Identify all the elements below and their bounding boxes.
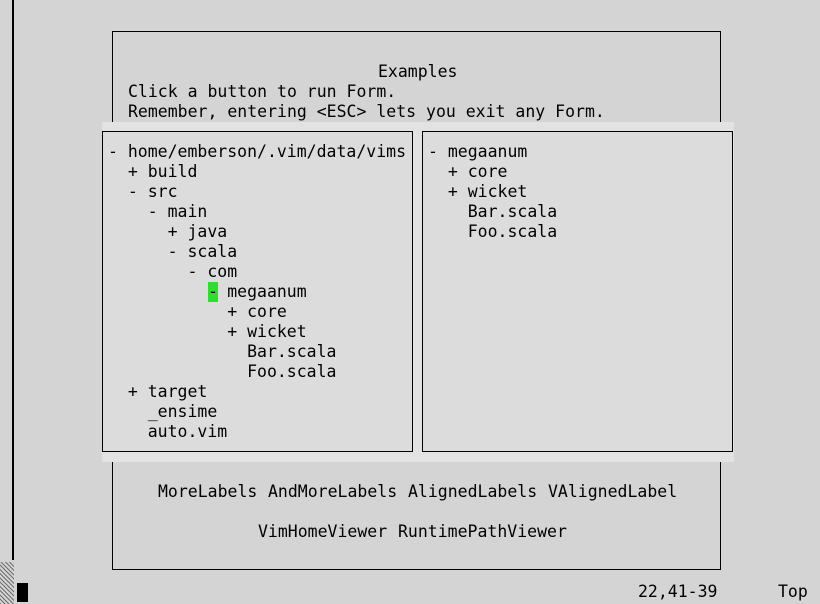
tree-node-foo-scala[interactable]: Foo.scala — [108, 362, 336, 382]
subtree-node-wicket[interactable]: + wicket — [428, 182, 527, 202]
tree-cursor[interactable]: - — [208, 282, 218, 302]
tree-node-wicket[interactable]: + wicket — [108, 322, 306, 342]
tree-node-ensime[interactable]: _ensime — [108, 402, 218, 422]
aligned-labels-button[interactable]: AlignedLabels — [408, 482, 537, 502]
left-gutter — [0, 562, 14, 604]
tree-node-com[interactable]: - com — [108, 262, 237, 282]
tree-node-root[interactable]: - home/emberson/.vim/data/vims — [108, 142, 406, 162]
tree-node-java[interactable]: + java — [108, 222, 228, 242]
tree-node-main[interactable]: - main — [108, 202, 208, 222]
subtree-node-megaanum[interactable]: - megaanum — [428, 142, 527, 162]
tree-node-target[interactable]: + target — [108, 382, 207, 402]
runtime-path-viewer-button[interactable]: RuntimePathViewer — [398, 522, 567, 542]
more-labels-button[interactable]: MoreLabels — [158, 482, 257, 502]
tree-node-scala[interactable]: - scala — [108, 242, 238, 262]
form-instruction-1: Click a button to run Form. — [128, 82, 397, 101]
tree-node-auto-vim[interactable]: auto.vim — [108, 422, 227, 442]
valigned-label-button[interactable]: VAlignedLabel — [548, 482, 677, 502]
left-window-separator — [12, 0, 14, 560]
cursor-position: 22,41-39 — [638, 582, 718, 601]
tree-node-core[interactable]: + core — [108, 302, 287, 322]
form-title: Examples — [378, 62, 458, 81]
subtree-node-core[interactable]: + core — [428, 162, 508, 182]
subtree-node-foo-scala[interactable]: Foo.scala — [428, 222, 557, 242]
tree-node-build[interactable]: + build — [108, 162, 198, 182]
subtree-node-bar-scala[interactable]: Bar.scala — [428, 202, 557, 222]
tree-node-bar-scala[interactable]: Bar.scala — [108, 342, 336, 362]
and-more-labels-button[interactable]: AndMoreLabels — [268, 482, 397, 502]
vim-home-viewer-button[interactable]: VimHomeViewer — [258, 522, 387, 542]
command-line-cursor — [17, 583, 28, 602]
scroll-position: Top — [778, 582, 808, 601]
form-instruction-2: Remember, entering <ESC> lets you exit a… — [128, 102, 605, 121]
tree-node-src[interactable]: - src — [108, 182, 178, 202]
